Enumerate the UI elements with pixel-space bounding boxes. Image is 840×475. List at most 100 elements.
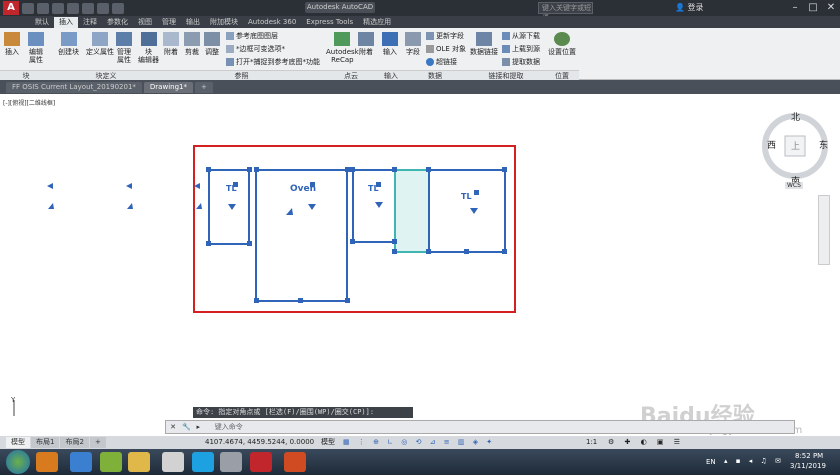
attach-button[interactable]: 附着 xyxy=(163,32,179,56)
panel-block-definition[interactable]: 块定义 xyxy=(52,70,160,80)
language-indicator[interactable]: EN xyxy=(706,458,716,466)
recap-button[interactable]: Autodesk ReCap xyxy=(326,32,359,64)
panel-linking-extraction[interactable]: 链接和提取 xyxy=(467,70,545,80)
print-icon[interactable] xyxy=(82,2,94,14)
tab-annotate[interactable]: 注释 xyxy=(78,17,102,28)
search-input[interactable]: 键入关键字或短语 xyxy=(538,2,593,22)
update-fields-button[interactable]: 更新字段 xyxy=(426,31,464,41)
coordinates-readout[interactable]: 4107.4674, 4459.5244, 0.0000 xyxy=(205,436,314,449)
hyperlink-button[interactable]: 超链接 xyxy=(426,57,457,67)
save-as-icon[interactable] xyxy=(67,2,79,14)
tab-insert[interactable]: 插入 xyxy=(54,17,78,28)
tab-default[interactable]: 默认 xyxy=(30,17,54,28)
layout-tab-model[interactable]: 模型 xyxy=(6,437,30,448)
add-layout-button[interactable]: + xyxy=(89,437,106,448)
tab-parametric[interactable]: 参数化 xyxy=(102,17,133,28)
status-tools[interactable]: ⚙ ✚ ◐ ▣ ☰ xyxy=(608,436,684,449)
media-player-icon[interactable] xyxy=(36,452,58,472)
wcs-menu[interactable]: WCS xyxy=(785,182,803,189)
new-tab-button[interactable]: + xyxy=(194,81,213,93)
command-line[interactable]: ✕ 🔧 ▸ 键入命令 xyxy=(165,420,795,434)
insert-button[interactable]: 插入 xyxy=(4,32,20,56)
attach-pointcloud-button[interactable]: 附着 xyxy=(358,32,374,56)
set-location-button[interactable]: 设置位置 xyxy=(548,32,576,56)
clip-button[interactable]: 剪裁 xyxy=(184,32,200,56)
viewcube-east[interactable]: 东 xyxy=(819,138,828,151)
tray-icons[interactable]: ▴ ▪ ◂ ♫ ✉ xyxy=(724,457,784,465)
viewcube-top-face[interactable]: 上 xyxy=(791,139,800,152)
tab-featured-apps[interactable]: 精选应用 xyxy=(358,17,396,28)
app-icon[interactable] xyxy=(220,452,242,472)
panel-reference[interactable]: 参照 xyxy=(160,70,323,80)
doc-tab-layout[interactable]: FF OSIS Current Layout_20190201* xyxy=(6,81,142,93)
undo-icon[interactable] xyxy=(97,2,109,14)
tab-view[interactable]: 视图 xyxy=(133,17,157,28)
grip-points[interactable] xyxy=(206,167,507,303)
download-from-source-button[interactable]: 从源下载 xyxy=(502,31,540,41)
save-icon[interactable] xyxy=(52,2,64,14)
viewcube-west[interactable]: 西 xyxy=(767,138,776,151)
tab-addins[interactable]: 附加模块 xyxy=(205,17,243,28)
snap-to-underlay-dropdown[interactable]: 打开*捕捉到参考底图*功能 xyxy=(226,57,320,67)
field-button[interactable]: 字段 xyxy=(405,32,421,56)
define-attribute-button[interactable]: 定义属性 xyxy=(86,32,114,56)
close-icon[interactable]: ✕ xyxy=(822,1,840,14)
annotation-scale[interactable]: 1:1 xyxy=(586,436,597,449)
command-input[interactable]: 键入命令 xyxy=(215,423,243,431)
panel-location[interactable]: 位置 xyxy=(545,70,579,80)
ie-icon[interactable] xyxy=(70,452,92,472)
skype-icon[interactable] xyxy=(192,452,214,472)
upload-to-source-button[interactable]: 上载到源 xyxy=(502,44,540,54)
panel-block[interactable]: 块 xyxy=(0,70,52,80)
model-space-button[interactable]: 模型 xyxy=(321,436,335,449)
cabinet-rect-2[interactable] xyxy=(352,169,396,243)
tab-output[interactable]: 输出 xyxy=(181,17,205,28)
edit-attribute-button[interactable]: 编辑 属性 xyxy=(28,32,44,64)
doc-tab-drawing1[interactable]: Drawing1* xyxy=(143,81,193,93)
cabinet-rect-1[interactable] xyxy=(208,169,250,245)
recent-commands-icon[interactable]: ▸ xyxy=(196,421,212,433)
manage-attribute-button[interactable]: 管理 属性 xyxy=(116,32,132,64)
data-link-button[interactable]: 数据链接 xyxy=(470,32,498,56)
redo-icon[interactable] xyxy=(112,2,124,14)
panel-point-cloud[interactable]: 点云 xyxy=(323,70,379,80)
frame-visibility-dropdown[interactable]: *边框可变选项* xyxy=(226,44,285,54)
cabinet-rect-3[interactable] xyxy=(428,169,506,253)
tab-express-tools[interactable]: Express Tools xyxy=(301,17,358,28)
create-block-button[interactable]: 创建块 xyxy=(58,32,79,56)
file-explorer-icon[interactable] xyxy=(128,452,150,472)
tab-manage[interactable]: 管理 xyxy=(157,17,181,28)
extract-data-button[interactable]: 提取数据 xyxy=(502,57,540,67)
maximize-icon[interactable]: □ xyxy=(804,1,822,14)
panel-import[interactable]: 输入 xyxy=(379,70,403,80)
viewcube-north[interactable]: 北 xyxy=(791,110,800,123)
adjust-button[interactable]: 调整 xyxy=(204,32,220,56)
panel-data[interactable]: 数据 xyxy=(403,70,467,80)
highlight-rect[interactable] xyxy=(394,169,430,253)
layout-tab-2[interactable]: 布局2 xyxy=(60,437,89,448)
new-icon[interactable] xyxy=(22,2,34,14)
drafting-toggles[interactable]: ▦ ⋮ ⊕ ∟ ◎ ⟲ ⊿ ≡ ▥ ◈ ✦ xyxy=(343,436,495,449)
import-button[interactable]: 输入 xyxy=(382,32,398,56)
underlay-layers-button[interactable]: 参考底图图层 xyxy=(226,31,278,41)
tab-a360[interactable]: Autodesk 360 xyxy=(243,17,301,28)
open-icon[interactable] xyxy=(37,2,49,14)
drawing-svg[interactable]: Oven TL TL TL Y X xyxy=(0,94,840,416)
layout-tab-1[interactable]: 布局1 xyxy=(31,437,60,448)
ole-object-button[interactable]: OLE 对象 xyxy=(426,44,466,54)
autocad-taskbar-icon[interactable] xyxy=(250,452,272,472)
chrome-icon[interactable] xyxy=(162,452,184,472)
clock-time[interactable]: 8:52 PM xyxy=(795,452,823,460)
powerpoint-icon[interactable] xyxy=(284,452,306,472)
close-command-icon[interactable]: ✕ xyxy=(166,421,180,433)
clock-date[interactable]: 3/11/2019 xyxy=(790,462,826,470)
app-menu-button[interactable]: A xyxy=(3,1,19,15)
navigation-bar[interactable] xyxy=(818,195,830,265)
start-button[interactable] xyxy=(6,450,30,474)
viewcube[interactable]: 北 南 东 西 上 WCS xyxy=(755,110,835,190)
media-app-icon[interactable] xyxy=(100,452,122,472)
login-button[interactable]: 👤 登录 xyxy=(675,2,704,13)
minimize-icon[interactable]: – xyxy=(786,1,804,14)
customize-icon[interactable]: 🔧 xyxy=(182,421,194,433)
block-editor-button[interactable]: 块 编辑器 xyxy=(138,32,159,64)
